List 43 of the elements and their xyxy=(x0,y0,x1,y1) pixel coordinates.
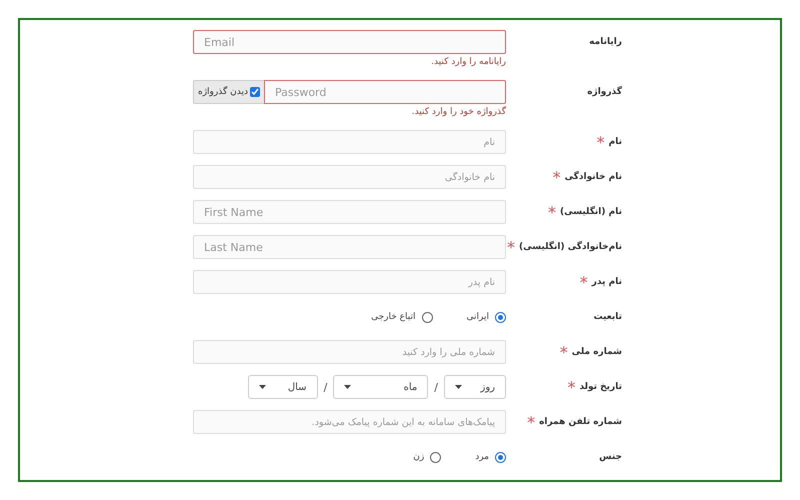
caret-icon xyxy=(258,385,266,389)
date-select[interactable]: سال xyxy=(248,375,318,399)
date-separator: / xyxy=(434,380,438,394)
required-mark: * xyxy=(580,272,588,292)
date-select[interactable]: روز xyxy=(444,375,506,399)
date-separator: / xyxy=(324,380,328,394)
password-field[interactable]: Password xyxy=(264,80,506,104)
field-label: نام خانوادگی xyxy=(564,170,622,184)
field-label: گذرواژه xyxy=(587,85,622,99)
required-mark: * xyxy=(560,342,568,362)
field-label: نام پدر xyxy=(592,276,622,289)
show-password-toggle[interactable]: دیدن گذرواژه xyxy=(193,80,264,104)
required-mark: * xyxy=(548,202,556,222)
required-mark: * xyxy=(567,378,576,396)
error-message: گذرواژه خود را وارد کنید. xyxy=(410,105,506,119)
radio-option[interactable]: ایرانی xyxy=(466,312,506,322)
field-label: جنس xyxy=(599,451,622,464)
required-mark: * xyxy=(552,168,561,186)
error-message: رایانامه را وارد کنید. xyxy=(430,56,506,69)
caret-icon xyxy=(344,385,352,389)
radio-button[interactable] xyxy=(495,312,506,322)
field-label: تابعیت xyxy=(594,311,622,324)
radio-button[interactable] xyxy=(495,452,506,462)
field-label: نام xyxy=(608,136,622,149)
check-icon xyxy=(250,88,259,96)
field-label: رایانامه xyxy=(589,36,622,49)
required-mark: * xyxy=(596,132,605,152)
radio-option[interactable]: مرد xyxy=(475,452,506,462)
radio-option[interactable]: زن xyxy=(413,452,442,462)
field-label: شماره ملی xyxy=(572,346,622,359)
checkbox[interactable] xyxy=(250,87,260,97)
field-label: نام‌خانوادگی (انگلیسی) xyxy=(519,240,622,254)
field-label: شماره تلفن همراه xyxy=(539,416,622,429)
date-select[interactable]: ماه xyxy=(333,375,428,399)
field-label: تاریخ تولد xyxy=(579,381,622,394)
field-label: نام (انگلیسی) xyxy=(560,205,622,219)
required-mark: * xyxy=(507,238,516,256)
text-field[interactable]: Email xyxy=(193,30,506,54)
required-mark: * xyxy=(527,412,536,432)
radio-option[interactable]: اتباع خارجی xyxy=(371,312,433,322)
caret-icon xyxy=(455,385,462,389)
radio-button[interactable] xyxy=(430,452,442,462)
radio-button[interactable] xyxy=(422,312,433,322)
